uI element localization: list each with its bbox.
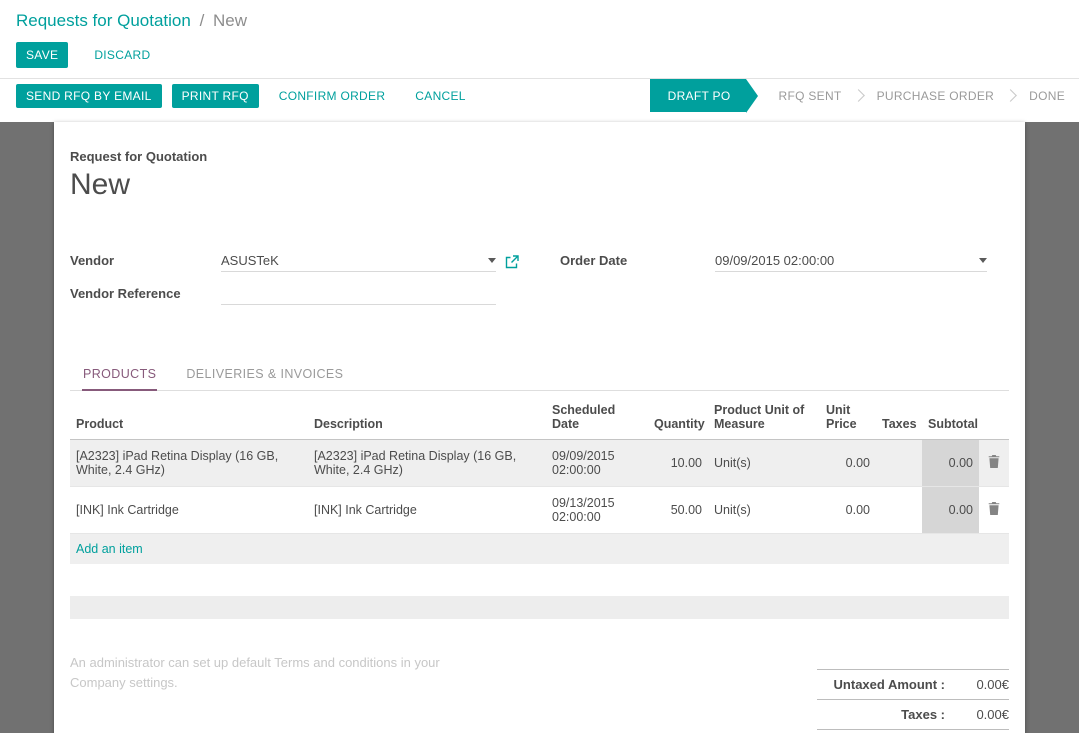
- cell-taxes[interactable]: [876, 440, 922, 487]
- column-description: Description: [308, 395, 546, 440]
- record-actions: SAVE DISCARD: [16, 42, 1063, 68]
- page-background: Request for Quotation New Vendor ASUSTeK: [0, 122, 1079, 733]
- add-item-row: Add an item: [70, 534, 1009, 565]
- taxes-value: 0.00€: [957, 707, 1009, 722]
- vendor-reference-field-row: Vendor Reference: [70, 281, 560, 305]
- vendor-field-row: Vendor ASUSTeK: [70, 248, 560, 272]
- breadcrumb-separator: /: [200, 11, 205, 30]
- stage-draft-po[interactable]: DRAFT PO: [650, 79, 747, 112]
- section-divider-strip: [70, 596, 1009, 619]
- action-toolbar: SEND RFQ BY EMAIL PRINT RFQ CONFIRM ORDE…: [0, 78, 1079, 112]
- top-header: Requests for Quotation / New SAVE DISCAR…: [0, 0, 1079, 78]
- taxes-row: Taxes : 0.00€: [817, 700, 1009, 730]
- tab-deliveries-invoices[interactable]: DELIVERIES & INVOICES: [185, 358, 344, 391]
- discard-button[interactable]: DISCARD: [84, 42, 160, 68]
- page-title: New: [70, 168, 1009, 202]
- delete-row-button[interactable]: [979, 487, 1009, 534]
- order-date-value[interactable]: 09/09/2015 02:00:00: [715, 253, 834, 268]
- cell-quantity[interactable]: 10.00: [648, 440, 708, 487]
- save-button[interactable]: SAVE: [16, 42, 68, 68]
- vendor-label: Vendor: [70, 253, 221, 272]
- breadcrumb-parent-link[interactable]: Requests for Quotation: [16, 11, 191, 30]
- dropdown-caret-icon[interactable]: [488, 258, 496, 263]
- cancel-button[interactable]: CANCEL: [405, 84, 475, 108]
- dropdown-caret-icon[interactable]: [979, 258, 987, 263]
- column-actions: [979, 395, 1009, 440]
- order-date-label: Order Date: [560, 253, 715, 272]
- cell-product[interactable]: [A2323] iPad Retina Display (16 GB, Whit…: [70, 440, 308, 487]
- cell-scheduled-date[interactable]: 09/09/2015 02:00:00: [546, 440, 648, 487]
- untaxed-amount-value: 0.00€: [957, 677, 1009, 692]
- confirm-order-button[interactable]: CONFIRM ORDER: [269, 84, 396, 108]
- print-rfq-button[interactable]: PRINT RFQ: [172, 84, 259, 108]
- workflow-buttons: SEND RFQ BY EMAIL PRINT RFQ CONFIRM ORDE…: [0, 79, 476, 112]
- status-pipeline: DRAFT PO RFQ SENT PURCHASE ORDER DONE: [650, 79, 1079, 112]
- totals-block: Untaxed Amount : 0.00€ Taxes : 0.00€ Tot…: [817, 669, 1009, 733]
- order-lines-table: Product Description Scheduled Date Quant…: [70, 395, 1009, 564]
- table-row: [A2323] iPad Retina Display (16 GB, Whit…: [70, 440, 1009, 487]
- cell-quantity[interactable]: 50.00: [648, 487, 708, 534]
- tab-products[interactable]: PRODUCTS: [82, 358, 157, 391]
- delete-row-button[interactable]: [979, 440, 1009, 487]
- column-taxes: Taxes: [876, 395, 922, 440]
- stage-purchase-order[interactable]: PURCHASE ORDER: [863, 79, 1009, 112]
- cell-description[interactable]: [INK] Ink Cartridge: [308, 487, 546, 534]
- column-product-uom: Product Unit of Measure: [708, 395, 820, 440]
- cell-taxes[interactable]: [876, 487, 922, 534]
- vendor-reference-input[interactable]: [221, 282, 496, 305]
- cell-uom[interactable]: Unit(s): [708, 440, 820, 487]
- terms-textarea[interactable]: [70, 653, 494, 733]
- trash-icon: [988, 502, 1000, 515]
- order-date-input[interactable]: 09/09/2015 02:00:00: [715, 249, 987, 272]
- cell-scheduled-date[interactable]: 09/13/2015 02:00:00: [546, 487, 648, 534]
- vendor-reference-label: Vendor Reference: [70, 286, 221, 305]
- send-rfq-by-email-button[interactable]: SEND RFQ BY EMAIL: [16, 84, 162, 108]
- cell-subtotal: 0.00: [922, 440, 979, 487]
- stage-done[interactable]: DONE: [1015, 79, 1079, 112]
- cell-uom[interactable]: Unit(s): [708, 487, 820, 534]
- cell-subtotal: 0.00: [922, 487, 979, 534]
- cell-unit-price[interactable]: 0.00: [820, 487, 876, 534]
- form-fields: Vendor ASUSTeK Vendor Reference: [70, 248, 1009, 314]
- column-product: Product: [70, 395, 308, 440]
- stage-rfq-sent[interactable]: RFQ SENT: [764, 79, 855, 112]
- breadcrumb: Requests for Quotation / New: [16, 11, 1063, 31]
- column-unit-price: Unit Price: [820, 395, 876, 440]
- cell-description[interactable]: [A2323] iPad Retina Display (16 GB, Whit…: [308, 440, 546, 487]
- breadcrumb-current: New: [213, 11, 247, 30]
- terms-field: [70, 653, 494, 733]
- form-sheet: Request for Quotation New Vendor ASUSTeK: [54, 122, 1025, 733]
- column-scheduled-date: Scheduled Date: [546, 395, 648, 440]
- column-quantity: Quantity: [648, 395, 708, 440]
- sheet-footer: Untaxed Amount : 0.00€ Taxes : 0.00€ Tot…: [70, 653, 1009, 733]
- vendor-input[interactable]: ASUSTeK: [221, 249, 496, 272]
- trash-icon: [988, 455, 1000, 468]
- vendor-value[interactable]: ASUSTeK: [221, 253, 279, 268]
- table-row: [INK] Ink Cartridge [INK] Ink Cartridge …: [70, 487, 1009, 534]
- cell-product[interactable]: [INK] Ink Cartridge: [70, 487, 308, 534]
- taxes-label: Taxes :: [817, 707, 957, 722]
- column-subtotal: Subtotal: [922, 395, 979, 440]
- order-date-field-row: Order Date 09/09/2015 02:00:00: [560, 248, 1009, 272]
- add-an-item-link[interactable]: Add an item: [76, 542, 143, 556]
- external-link-icon[interactable]: [505, 255, 519, 269]
- table-header-row: Product Description Scheduled Date Quant…: [70, 395, 1009, 440]
- untaxed-amount-row: Untaxed Amount : 0.00€: [817, 670, 1009, 700]
- notebook-tabs: PRODUCTS DELIVERIES & INVOICES: [70, 358, 1009, 391]
- sheet-subtitle: Request for Quotation: [70, 149, 1009, 164]
- untaxed-amount-label: Untaxed Amount :: [817, 677, 957, 692]
- cell-unit-price[interactable]: 0.00: [820, 440, 876, 487]
